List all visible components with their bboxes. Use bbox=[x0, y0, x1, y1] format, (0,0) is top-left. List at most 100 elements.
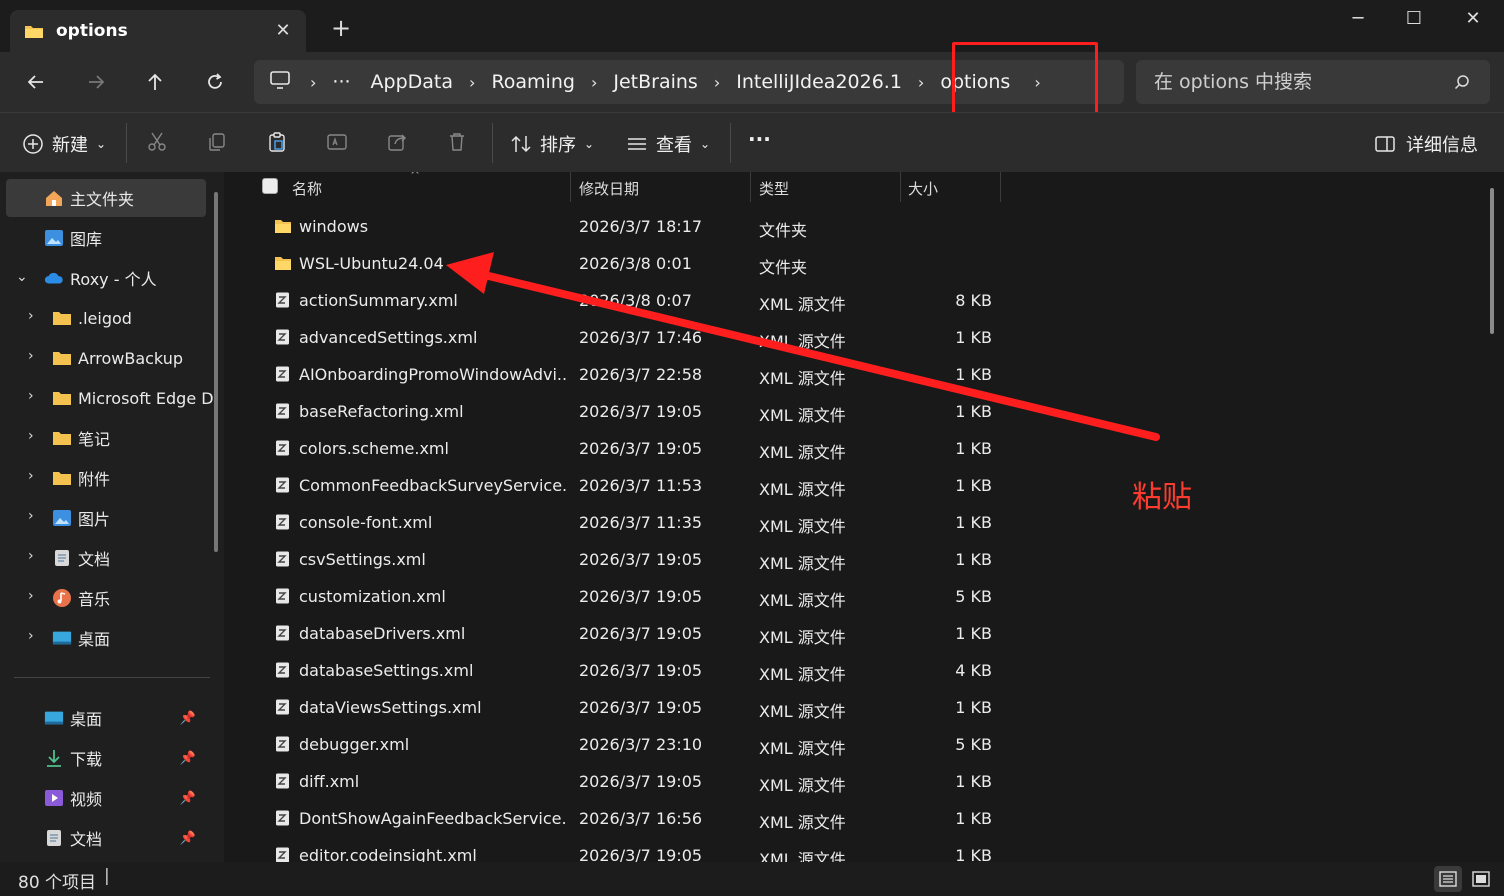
breadcrumb-overflow[interactable]: ··· bbox=[332, 71, 350, 93]
new-tab-button[interactable]: + bbox=[330, 16, 352, 40]
file-row[interactable]: editor.codeinsight.xml 2026/3/7 19:05 XML … bbox=[232, 837, 1482, 862]
sidebar-item-pictures[interactable]: 图片 bbox=[46, 499, 214, 537]
paste-button[interactable] bbox=[266, 131, 288, 153]
more-options-button[interactable]: ··· bbox=[748, 127, 771, 151]
copy-button[interactable] bbox=[206, 131, 228, 153]
sidebar-item-home[interactable]: 主文件夹 bbox=[6, 179, 206, 217]
details-button[interactable]: 详细信息 bbox=[1374, 131, 1478, 157]
search-input[interactable] bbox=[1154, 71, 1444, 93]
file-row[interactable]: console-font.xml 2026/3/7 11:35 XML 源文件 1 K… bbox=[232, 504, 1482, 541]
file-row[interactable]: databaseDrivers.xml 2026/3/7 19:05 XML 源文件… bbox=[232, 615, 1482, 652]
maximize-button[interactable]: ☐ bbox=[1402, 8, 1426, 32]
breadcrumb-roaming[interactable]: Roaming bbox=[491, 71, 575, 93]
pin-icon[interactable]: 📌 bbox=[180, 831, 196, 846]
item-count: 80 个项目 bbox=[18, 873, 97, 893]
chevron-right-icon[interactable]: › bbox=[28, 628, 34, 644]
chevron-right-icon[interactable]: › bbox=[28, 308, 34, 324]
file-date: 2026/3/7 19:05 bbox=[579, 846, 703, 862]
status-bar: 80 个项目 | bbox=[0, 862, 1504, 896]
sidebar-scrollbar[interactable] bbox=[214, 192, 218, 552]
chevron-right-icon[interactable]: › bbox=[918, 73, 924, 92]
sidebar-item-attachments[interactable]: 附件 bbox=[46, 459, 214, 497]
file-row[interactable]: CommonFeedbackSurveyService.x... 2026/3/7… bbox=[232, 467, 1482, 504]
file-row[interactable]: AIOnboardingPromoWindowAdvi... 2026/3/7 2… bbox=[232, 356, 1482, 393]
up-button[interactable] bbox=[141, 68, 169, 96]
share-button[interactable] bbox=[386, 131, 408, 153]
column-header-size[interactable]: 大小 bbox=[908, 178, 938, 199]
file-row[interactable]: diff.xml 2026/3/7 19:05 XML 源文件 1 KB bbox=[232, 763, 1482, 800]
file-row[interactable]: csvSettings.xml 2026/3/7 19:05 XML 源文件 1 KB bbox=[232, 541, 1482, 578]
chevron-right-icon[interactable]: › bbox=[714, 73, 720, 92]
new-button[interactable]: 新建 ⌄ bbox=[22, 131, 106, 157]
pin-icon[interactable]: 📌 bbox=[180, 751, 196, 766]
sidebar-item-edge[interactable]: Microsoft Edge D bbox=[46, 379, 214, 417]
pin-icon[interactable]: 📌 bbox=[180, 791, 196, 806]
file-row[interactable]: debugger.xml 2026/3/7 23:10 XML 源文件 5 KB bbox=[232, 726, 1482, 763]
sidebar-item-onedrive[interactable]: Roxy - 个人 bbox=[6, 259, 206, 297]
file-row[interactable]: DontShowAgainFeedbackService.... 2026/3/7… bbox=[232, 800, 1482, 837]
chevron-right-icon[interactable]: › bbox=[28, 428, 34, 444]
details-view-button[interactable] bbox=[1434, 866, 1462, 892]
close-window-button[interactable]: ✕ bbox=[1461, 8, 1485, 32]
file-row[interactable]: advancedSettings.xml 2026/3/7 17:46 XML 源文… bbox=[232, 319, 1482, 356]
chevron-right-icon[interactable]: › bbox=[28, 508, 34, 524]
minimize-button[interactable]: ─ bbox=[1346, 8, 1370, 32]
sidebar-item-notes[interactable]: 笔记 bbox=[46, 419, 214, 457]
breadcrumb-appdata[interactable]: AppData bbox=[371, 71, 454, 93]
sidebar-pinned-desktop[interactable]: 桌面 📌 bbox=[6, 699, 216, 737]
sidebar-item-leigod[interactable]: .leigod bbox=[46, 299, 214, 337]
breadcrumb-intellij[interactable]: IntelliJIdea2026.1 bbox=[736, 71, 902, 93]
search-box[interactable] bbox=[1136, 60, 1490, 104]
sidebar-item-gallery[interactable]: 图库 bbox=[6, 219, 206, 257]
view-button[interactable]: 查看 ⌄ bbox=[626, 131, 710, 157]
refresh-button[interactable] bbox=[201, 68, 229, 96]
sidebar-pinned-downloads[interactable]: 下载 📌 bbox=[6, 739, 216, 777]
chevron-right-icon[interactable]: › bbox=[28, 468, 34, 484]
large-icons-view-button[interactable] bbox=[1467, 866, 1495, 892]
sidebar-item-music[interactable]: 音乐 bbox=[46, 579, 214, 617]
sort-button[interactable]: 排序 ⌄ bbox=[510, 131, 594, 157]
chevron-right-icon[interactable]: › bbox=[28, 388, 34, 404]
sidebar-item-arrowbackup[interactable]: ArrowBackup bbox=[46, 339, 214, 377]
file-row[interactable]: customization.xml 2026/3/7 19:05 XML 源文件 5 … bbox=[232, 578, 1482, 615]
sidebar-pinned-documents[interactable]: 文档 📌 bbox=[6, 819, 216, 857]
file-size: 1 KB bbox=[955, 550, 992, 569]
breadcrumb-jetbrains[interactable]: JetBrains bbox=[613, 71, 697, 93]
file-name: actionSummary.xml bbox=[299, 291, 458, 310]
chevron-right-icon[interactable]: › bbox=[28, 548, 34, 564]
chevron-right-icon[interactable]: › bbox=[28, 348, 34, 364]
sidebar-pinned-videos[interactable]: 视频 📌 bbox=[6, 779, 216, 817]
file-row[interactable]: colors.scheme.xml 2026/3/7 19:05 XML 源文件 1 … bbox=[232, 430, 1482, 467]
column-header-date[interactable]: 修改日期 bbox=[579, 178, 639, 199]
select-all-checkbox[interactable] bbox=[262, 178, 278, 194]
rename-button[interactable] bbox=[326, 131, 348, 153]
column-header-name[interactable]: 名称 bbox=[292, 178, 322, 199]
sidebar-item-documents[interactable]: 文档 bbox=[46, 539, 214, 577]
tab-close-icon[interactable]: ✕ bbox=[272, 20, 294, 41]
sidebar-item-desktop[interactable]: 桌面 bbox=[46, 619, 214, 657]
file-row[interactable]: baseRefactoring.xml 2026/3/7 19:05 XML 源文件… bbox=[232, 393, 1482, 430]
file-list-scrollbar[interactable] bbox=[1490, 188, 1494, 334]
cut-button[interactable] bbox=[146, 131, 168, 153]
column-divider[interactable] bbox=[750, 172, 751, 202]
column-divider[interactable] bbox=[570, 172, 571, 202]
pin-icon[interactable]: 📌 bbox=[180, 711, 196, 726]
onedrive-icon bbox=[44, 269, 64, 287]
chevron-right-icon[interactable]: › bbox=[28, 588, 34, 604]
file-row[interactable]: windows 2026/3/7 18:17 文件夹 bbox=[232, 208, 1482, 245]
back-button[interactable] bbox=[22, 68, 50, 96]
forward-button[interactable] bbox=[82, 68, 110, 96]
chevron-right-icon[interactable]: › bbox=[591, 73, 597, 92]
delete-button[interactable] bbox=[446, 131, 468, 153]
column-divider[interactable] bbox=[1000, 172, 1001, 202]
arrow-up-icon bbox=[148, 73, 162, 90]
chevron-right-icon[interactable]: › bbox=[310, 73, 316, 92]
chevron-right-icon[interactable]: › bbox=[469, 73, 475, 92]
file-row[interactable]: WSL-Ubuntu24.04 2026/3/8 0:01 文件夹 bbox=[232, 245, 1482, 282]
column-divider[interactable] bbox=[900, 172, 901, 202]
file-row[interactable]: dataViewsSettings.xml 2026/3/7 19:05 XML 源… bbox=[232, 689, 1482, 726]
file-row[interactable]: actionSummary.xml 2026/3/8 0:07 XML 源文件 8 K… bbox=[232, 282, 1482, 319]
column-header-type[interactable]: 类型 bbox=[759, 178, 789, 199]
tab-options[interactable]: options ✕ bbox=[10, 10, 306, 52]
file-row[interactable]: databaseSettings.xml 2026/3/7 19:05 XML 源文… bbox=[232, 652, 1482, 689]
